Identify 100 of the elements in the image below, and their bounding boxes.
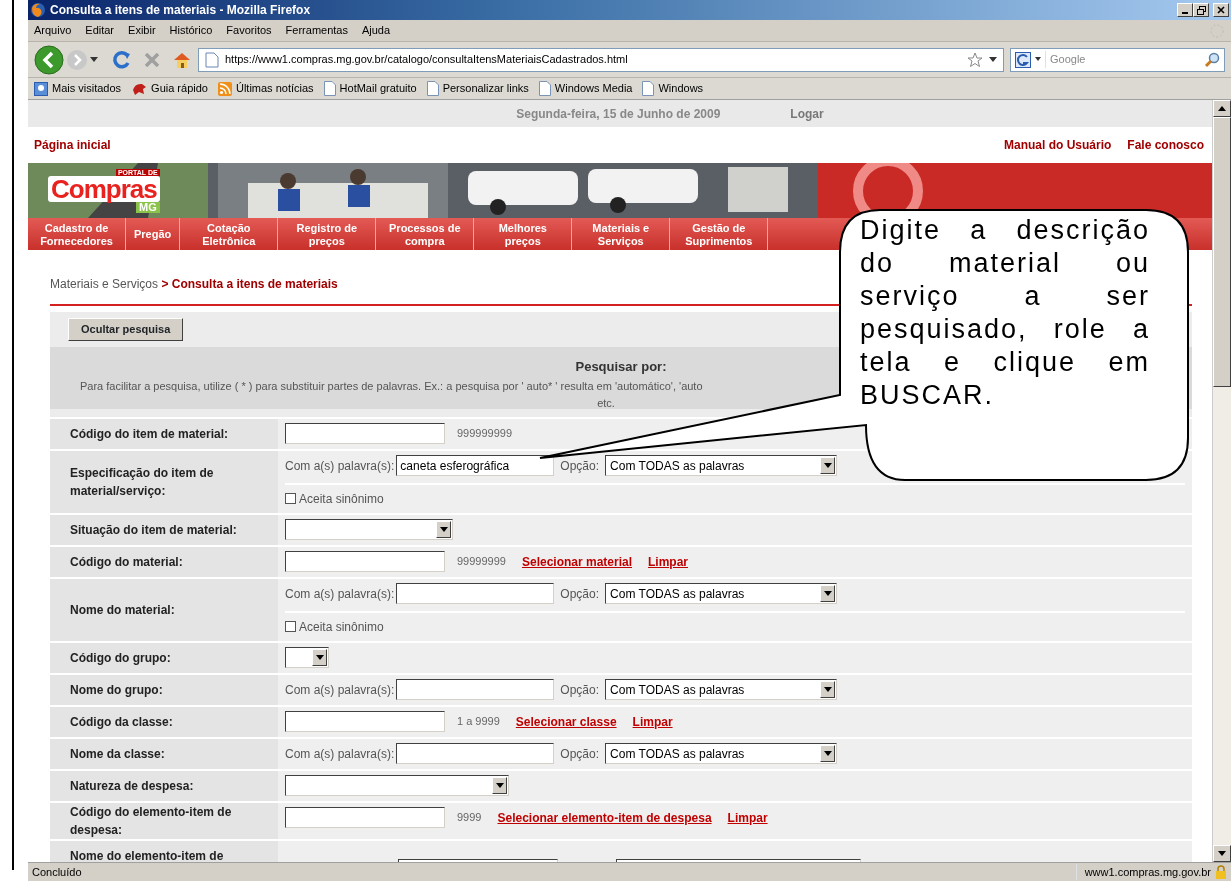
words-label: Com a(s) palavra(s): bbox=[285, 681, 395, 699]
checkbox-label: Aceita sinônimo bbox=[299, 618, 384, 636]
bookmark-link[interactable]: Últimas notícias bbox=[217, 80, 314, 97]
dropdown[interactable]: Com TODAS as palavras bbox=[605, 583, 838, 604]
words-label: Com a(s) palavra(s): bbox=[285, 745, 395, 763]
search-engine-icon[interactable] bbox=[1015, 51, 1031, 68]
field-label: Nome do material: bbox=[70, 601, 175, 619]
date-text: Segunda-feira, 15 de Junho de 2009 bbox=[516, 105, 721, 123]
hide-search-button[interactable]: Ocultar pesquisa bbox=[68, 318, 184, 341]
nav-menu-item[interactable]: Gestão de Suprimentos bbox=[670, 218, 769, 250]
search-hint: Para facilitar a pesquisa, utilize ( * ) para substituir partes de palavras. Ex.: a pesquisa por ' auto* ' resulta em 'automático', 'auto bbox=[80, 379, 703, 394]
text-input[interactable] bbox=[396, 583, 555, 604]
scrollbar[interactable] bbox=[1212, 100, 1231, 862]
bookmark-link[interactable]: Mais visitados bbox=[34, 80, 122, 97]
header-link[interactable]: Manual do Usuário bbox=[1003, 136, 1112, 154]
nav-menu-item[interactable]: Cadastro de Fornecedores bbox=[28, 218, 126, 250]
minimize-button[interactable] bbox=[1177, 3, 1193, 17]
menu-item[interactable]: Editar bbox=[85, 22, 115, 39]
home-link[interactable]: Página inicial bbox=[34, 136, 111, 154]
bookmark-animal-icon bbox=[131, 81, 148, 96]
reload-icon[interactable] bbox=[112, 49, 132, 70]
page-icon bbox=[642, 81, 655, 96]
checkbox-label: Aceita sinônimo bbox=[299, 490, 384, 508]
text-input[interactable] bbox=[285, 551, 445, 572]
maximize-button[interactable] bbox=[1193, 3, 1209, 17]
status-host: www1.compras.mg.gov.br bbox=[1084, 864, 1211, 880]
breadcrumb-current: > Consulta a itens de materiais bbox=[161, 277, 338, 291]
search-icon[interactable] bbox=[1204, 51, 1220, 68]
nav-menu-item[interactable]: Melhores preços bbox=[474, 218, 573, 250]
dropdown[interactable] bbox=[285, 775, 509, 796]
page-icon bbox=[426, 81, 439, 96]
text-input[interactable] bbox=[285, 807, 445, 828]
dropdown-arrow-icon[interactable] bbox=[1035, 57, 1041, 62]
field-label: Código do elemento-item de despesa: bbox=[70, 803, 233, 839]
words-label: Com a(s) palavra(s): bbox=[285, 585, 395, 603]
breadcrumb-link[interactable]: Materiais e Serviços bbox=[50, 277, 159, 291]
option-label: Opção: bbox=[560, 681, 600, 699]
action-link[interactable]: Selecionar classe bbox=[515, 712, 617, 731]
field-label: Nome do grupo: bbox=[70, 681, 163, 699]
scroll-down-icon[interactable] bbox=[1218, 851, 1226, 856]
login-link[interactable]: Logar bbox=[790, 104, 824, 123]
address-bar[interactable]: https://www1.compras.mg.gov.br/catalogo/consultaItensMateriaisCadastrados.html bbox=[198, 47, 1004, 72]
menu-item[interactable]: Exibir bbox=[128, 22, 156, 39]
words-label: Com a(s) palavra(s): bbox=[285, 457, 395, 475]
text-input[interactable]: caneta esferográfica bbox=[396, 455, 555, 476]
format-hint: 9999 bbox=[457, 810, 482, 826]
bookmark-link[interactable]: Personalizar links bbox=[426, 80, 529, 97]
action-link[interactable]: Selecionar material bbox=[521, 552, 632, 571]
checkbox[interactable] bbox=[285, 493, 296, 504]
menu-item[interactable]: Ajuda bbox=[361, 22, 391, 39]
dropdown[interactable] bbox=[285, 647, 329, 668]
action-link[interactable]: Selecionar elemento-item de despesa bbox=[497, 808, 712, 827]
page-icon bbox=[323, 81, 336, 96]
star-icon[interactable] bbox=[967, 51, 983, 68]
bookmark-link[interactable]: HotMail gratuito bbox=[323, 80, 417, 97]
feed-icon bbox=[217, 81, 232, 96]
nav-menu-item[interactable]: Processos de compra bbox=[376, 218, 475, 250]
search-field[interactable]: Google bbox=[1010, 47, 1225, 72]
back-button[interactable] bbox=[34, 44, 64, 75]
scroll-up-icon[interactable] bbox=[1218, 106, 1226, 111]
menu-item[interactable]: Arquivo bbox=[34, 22, 72, 39]
field-label: Código da classe: bbox=[70, 713, 173, 731]
action-link[interactable]: Limpar bbox=[727, 808, 768, 827]
text-input[interactable] bbox=[285, 711, 445, 732]
nav-menu-item[interactable]: Pregão bbox=[126, 218, 181, 250]
text-input[interactable] bbox=[396, 743, 555, 764]
text-input[interactable] bbox=[285, 423, 445, 444]
checkbox[interactable] bbox=[285, 621, 296, 632]
dropdown-arrow-icon[interactable] bbox=[90, 56, 98, 63]
bookmark-link[interactable]: Windows Media bbox=[538, 80, 633, 97]
menu-item[interactable]: Favoritos bbox=[226, 22, 272, 39]
browser-logo-icon bbox=[30, 2, 46, 18]
nav-menu-item[interactable]: Cotação Eletrônica bbox=[180, 218, 279, 250]
header-link[interactable]: Fale conosco bbox=[1127, 136, 1204, 154]
action-link[interactable]: Limpar bbox=[648, 552, 689, 571]
logo-text: MG bbox=[135, 202, 160, 213]
status-text: Concluído bbox=[32, 864, 82, 880]
format-hint: 999999999 bbox=[457, 426, 513, 442]
field-label: Código do item de material: bbox=[70, 425, 228, 443]
menu-item[interactable]: Histórico bbox=[169, 22, 213, 39]
callout-text: Digite a descrição do material ou serviço a ser pesquisado, role a tela e clique em BUSCAR. bbox=[860, 214, 1150, 412]
action-link[interactable]: Limpar bbox=[632, 712, 673, 731]
search-title: Pesquisar por: bbox=[575, 357, 667, 376]
nav-menu-item[interactable]: Registro de preços bbox=[278, 218, 377, 250]
dropdown-arrow-icon[interactable] bbox=[989, 56, 997, 63]
dropdown[interactable]: Com TODAS as palavras bbox=[605, 679, 838, 700]
close-button[interactable] bbox=[1213, 3, 1229, 17]
bookmark-link[interactable]: Guia rápido bbox=[131, 80, 208, 97]
dropdown[interactable]: Com TODAS as palavras bbox=[605, 743, 838, 764]
nav-menu-item[interactable]: Materiais e Serviços bbox=[572, 218, 671, 250]
field-label: Nome do elemento-item de bbox=[70, 847, 224, 862]
dropdown[interactable] bbox=[285, 519, 453, 540]
url-text: https://www1.compras.mg.gov.br/catalogo/consultaItensMateriaisCadastrados.html bbox=[225, 52, 629, 68]
dropdown[interactable]: Com TODAS as palavras bbox=[605, 455, 838, 476]
bookmark-link[interactable]: Windows bbox=[642, 80, 704, 97]
bookmark-search-icon bbox=[34, 81, 48, 96]
field-label: Especificação do item de material/serviço: bbox=[70, 464, 215, 500]
text-input[interactable] bbox=[396, 679, 555, 700]
field-label: Nome da classe: bbox=[70, 745, 165, 763]
menu-item[interactable]: Ferramentas bbox=[285, 22, 348, 39]
